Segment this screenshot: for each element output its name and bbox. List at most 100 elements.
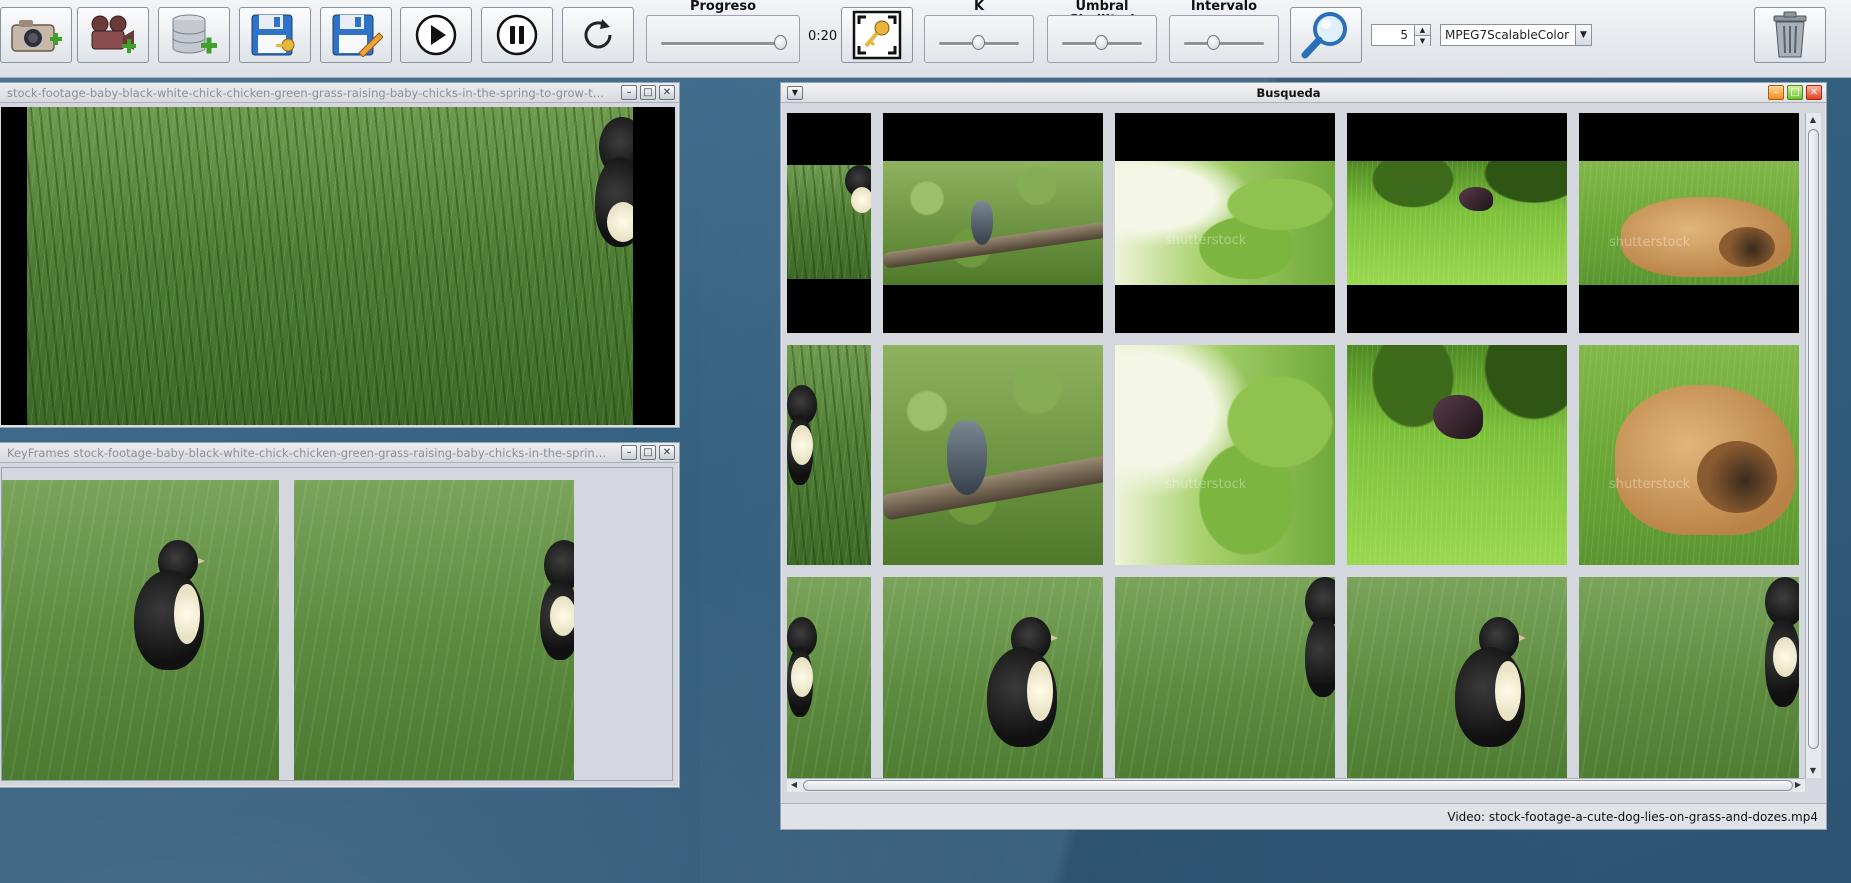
result-thumbnail[interactable] — [883, 113, 1103, 333]
progreso-thumb[interactable] — [774, 35, 788, 50]
scroll-left-icon[interactable]: ◀ — [788, 780, 800, 790]
search-window: ▼ Busqueda – □ ✕ shutterstock shuttersto… — [780, 82, 1827, 830]
search-button[interactable] — [1290, 7, 1362, 63]
add-video-button[interactable] — [77, 7, 149, 63]
intervalo-control: Intervalo — [1169, 0, 1279, 63]
maximize-icon[interactable]: □ — [640, 445, 656, 460]
intervalo-slider[interactable] — [1169, 15, 1279, 63]
chevron-down-icon[interactable]: ▼ — [1575, 25, 1591, 45]
result-thumbnail[interactable] — [883, 345, 1103, 565]
progreso-control: Progreso — [646, 0, 800, 63]
delete-button[interactable] — [1754, 7, 1826, 63]
main-toolbar: Progreso 0:20 K Umbral Similitud Interva… — [0, 0, 1851, 78]
result-thumbnail[interactable]: shutterstock — [1115, 345, 1335, 565]
watermark: shutterstock — [1165, 477, 1247, 492]
results-grid: shutterstock shutterstock shutterstock s… — [787, 113, 1807, 790]
database-add-icon — [172, 14, 217, 54]
pause-icon — [496, 14, 538, 56]
spinner-down-icon[interactable]: ▼ — [1415, 35, 1430, 46]
umbral-thumb[interactable] — [1095, 35, 1108, 50]
search-titlebar[interactable]: ▼ Busqueda – □ ✕ — [781, 83, 1826, 103]
close-icon[interactable]: ✕ — [1806, 85, 1822, 100]
keyframes-panel — [1, 467, 673, 781]
minimize-icon[interactable]: – — [621, 445, 637, 460]
keyframe-button[interactable] — [841, 7, 913, 63]
chick-figure — [845, 165, 871, 225]
scroll-down-icon[interactable]: ▼ — [1807, 766, 1819, 776]
search-statusbar: Video: stock-footage-a-cute-dog-lies-on-… — [781, 803, 1826, 829]
maximize-icon[interactable]: □ — [1787, 85, 1803, 100]
result-count-spinner[interactable]: 5 ▲ ▼ — [1371, 24, 1431, 46]
intervalo-thumb[interactable] — [1207, 35, 1221, 50]
result-thumbnail[interactable] — [1347, 577, 1567, 790]
result-thumbnail[interactable] — [1579, 577, 1799, 790]
ibis-figure — [1459, 187, 1493, 211]
vertical-scroll-thumb[interactable] — [1808, 129, 1819, 749]
result-thumbnail[interactable] — [787, 345, 871, 565]
window-menu-icon[interactable]: ▼ — [787, 86, 803, 100]
chick-figure — [1451, 617, 1541, 767]
save-edit-button[interactable] — [320, 7, 392, 63]
vertical-scrollbar[interactable]: ▲ ▼ — [1805, 113, 1821, 778]
umbral-slider[interactable] — [1047, 15, 1157, 63]
chick-figure — [983, 617, 1073, 767]
close-icon[interactable]: ✕ — [659, 445, 675, 460]
video-camera-add-icon — [91, 15, 136, 53]
result-thumbnail[interactable]: shutterstock — [1579, 113, 1799, 333]
result-thumbnail[interactable]: shutterstock — [1115, 113, 1335, 333]
umbral-label: Umbral Similitud — [1069, 0, 1135, 28]
k-slider[interactable] — [924, 15, 1034, 63]
save-edit-icon — [332, 14, 383, 57]
result-thumbnail[interactable] — [883, 577, 1103, 790]
video-frame — [1, 107, 675, 425]
scroll-up-icon[interactable]: ▲ — [1807, 115, 1819, 125]
camera-add-icon — [11, 20, 62, 52]
scroll-right-icon[interactable]: ▶ — [1792, 780, 1804, 790]
heron-figure — [947, 421, 987, 495]
horizontal-scrollbar[interactable]: ◀ ▶ — [787, 778, 1805, 792]
result-thumbnail[interactable] — [1115, 577, 1335, 790]
descriptor-select[interactable]: MPEG7ScalableColor ▼ — [1440, 24, 1592, 46]
result-thumbnail[interactable]: shutterstock — [1579, 345, 1799, 565]
k-label: K — [973, 0, 985, 14]
intervalo-label: Intervalo — [1190, 0, 1258, 14]
result-thumbnail[interactable] — [1347, 345, 1567, 565]
keyframe-thumbnail[interactable] — [294, 480, 574, 780]
result-thumbnail[interactable] — [787, 577, 871, 790]
status-video-label: Video: stock-footage-a-cute-dog-lies-on-… — [1447, 810, 1818, 824]
magnifier-icon — [1301, 12, 1347, 59]
progreso-slider[interactable] — [646, 15, 800, 63]
pause-button[interactable] — [481, 7, 553, 63]
spinner-up-icon[interactable]: ▲ — [1415, 25, 1430, 35]
keyframes-titlebar[interactable]: KeyFrames stock-footage-baby-black-white… — [0, 443, 679, 463]
watermark: shutterstock — [1609, 235, 1691, 250]
close-icon[interactable]: ✕ — [659, 85, 675, 100]
refresh-icon — [584, 19, 612, 49]
watermark: shutterstock — [1609, 477, 1691, 492]
result-count-value[interactable]: 5 — [1372, 25, 1414, 45]
minimize-icon[interactable]: – — [621, 85, 637, 100]
progreso-label: Progreso — [689, 0, 757, 14]
player-titlebar[interactable]: stock-footage-baby-black-white-chick-chi… — [0, 83, 679, 103]
player-window: stock-footage-baby-black-white-chick-chi… — [0, 82, 680, 428]
chick-figure — [538, 540, 574, 660]
minimize-icon[interactable]: – — [1768, 85, 1784, 100]
result-thumbnail[interactable] — [787, 113, 871, 333]
k-control: K — [924, 0, 1034, 63]
k-thumb[interactable] — [972, 35, 985, 50]
chick-figure — [1765, 577, 1799, 717]
save-key-icon — [251, 14, 295, 56]
keyframes-window: KeyFrames stock-footage-baby-black-white… — [0, 442, 680, 788]
add-database-button[interactable] — [158, 7, 230, 63]
save-key-button[interactable] — [239, 7, 311, 63]
keyframe-thumbnail[interactable] — [2, 480, 279, 780]
maximize-icon[interactable]: □ — [640, 85, 656, 100]
player-title: stock-footage-baby-black-white-chick-chi… — [7, 86, 609, 100]
chick-figure — [589, 107, 633, 277]
result-thumbnail[interactable] — [1347, 113, 1567, 333]
restart-button[interactable] — [562, 7, 634, 63]
play-button[interactable] — [400, 7, 472, 63]
horizontal-scroll-thumb[interactable] — [803, 780, 1793, 791]
key-frame-icon — [852, 10, 902, 60]
add-image-button[interactable] — [0, 7, 72, 63]
